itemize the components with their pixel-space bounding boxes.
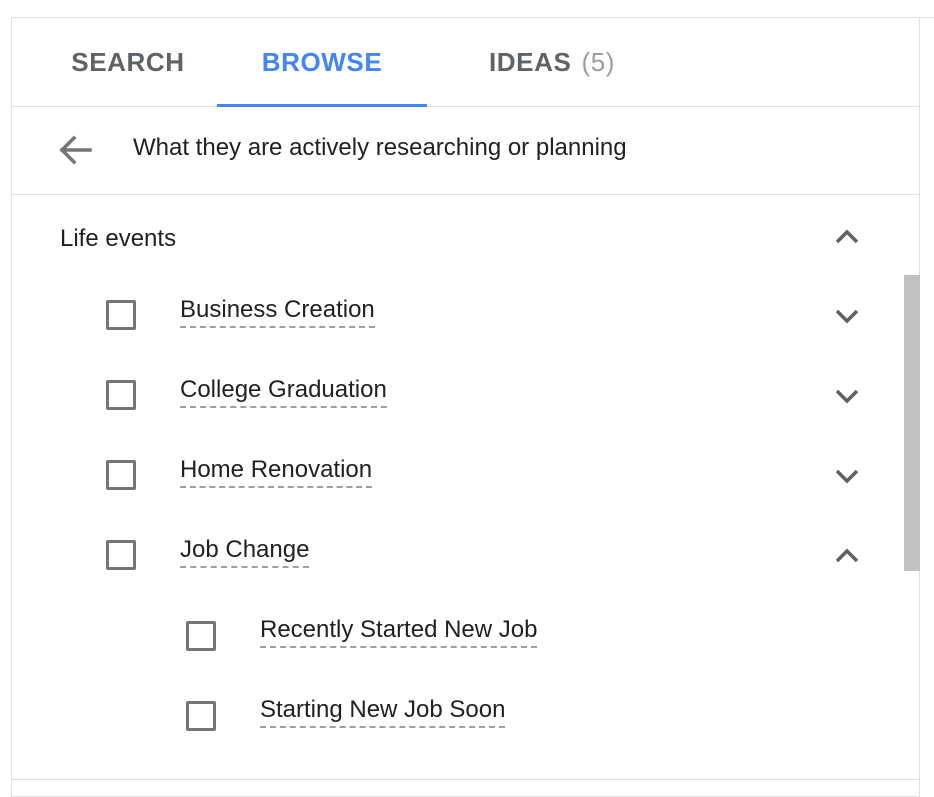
expand-button[interactable] <box>827 376 867 416</box>
checkbox-starting-new-job-soon[interactable] <box>186 701 216 731</box>
section-header-label: Life events <box>60 225 177 252</box>
divider <box>12 779 919 780</box>
item-label[interactable]: Business Creation <box>180 296 375 328</box>
list-item: Job Change <box>12 515 902 595</box>
list-item: Home Renovation <box>12 435 902 515</box>
arrow-left-icon <box>59 135 92 165</box>
tab-ideas-count: (5) <box>581 46 616 77</box>
scrollbar-thumb[interactable] <box>904 275 920 571</box>
checkbox-job-change[interactable] <box>106 540 136 570</box>
checkbox-home-renovation[interactable] <box>106 460 136 490</box>
tab-search-label: SEARCH <box>71 46 185 77</box>
list-item-child: Recently Started New Job <box>12 595 902 675</box>
outer-frame-edge <box>920 17 934 791</box>
category-list: Life events Business Creation College Gr… <box>12 195 919 780</box>
item-label[interactable]: Starting New Job Soon <box>260 696 506 728</box>
item-label[interactable]: Recently Started New Job <box>260 616 538 648</box>
tab-bar: SEARCH BROWSE IDEAS (5) <box>12 18 919 107</box>
chevron-up-icon <box>835 548 859 563</box>
tab-browse-label: BROWSE <box>261 46 383 77</box>
list-item: Business Creation <box>12 275 902 355</box>
expand-button[interactable] <box>827 296 867 336</box>
chevron-up-icon <box>835 229 859 244</box>
chevron-down-icon <box>835 309 859 324</box>
tab-ideas[interactable]: IDEAS (5) <box>442 18 662 106</box>
section-collapse-button[interactable] <box>827 217 867 257</box>
tab-search[interactable]: SEARCH <box>38 18 218 106</box>
audience-browser-panel: SEARCH BROWSE IDEAS (5) What they are ac… <box>11 17 920 797</box>
chevron-down-icon <box>835 469 859 484</box>
item-label[interactable]: Home Renovation <box>180 456 373 488</box>
checkbox-recently-started-new-job[interactable] <box>186 621 216 651</box>
chevron-down-icon <box>835 389 859 404</box>
item-label[interactable]: College Graduation <box>180 376 387 408</box>
list-item: College Graduation <box>12 355 902 435</box>
breadcrumb-title: What they are actively researching or pl… <box>133 134 627 161</box>
collapse-button[interactable] <box>827 536 867 576</box>
expand-button[interactable] <box>827 456 867 496</box>
tab-ideas-label: IDEAS <box>488 46 572 77</box>
breadcrumb: What they are actively researching or pl… <box>12 106 919 195</box>
list-item-child: Starting New Job Soon <box>12 675 902 755</box>
back-button[interactable] <box>52 130 100 170</box>
checkbox-business-creation[interactable] <box>106 300 136 330</box>
item-label[interactable]: Job Change <box>180 536 310 568</box>
tab-browse[interactable]: BROWSE <box>217 18 427 107</box>
checkbox-college-graduation[interactable] <box>106 380 136 410</box>
